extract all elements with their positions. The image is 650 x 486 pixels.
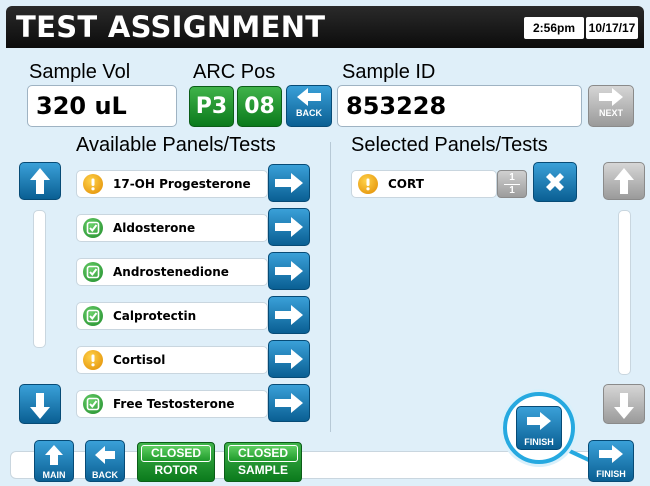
- finish-button[interactable]: FINISH: [588, 440, 634, 482]
- next-button[interactable]: NEXT: [588, 85, 634, 127]
- arrow-right-icon: [275, 217, 303, 237]
- bottom-back-button[interactable]: BACK: [85, 440, 125, 482]
- arrow-right-icon: [275, 305, 303, 325]
- header-bar: TEST ASSIGNMENT 2:56pm 10/17/17: [6, 6, 644, 48]
- arrow-right-icon: [527, 412, 551, 430]
- sample-vol-label: Sample Vol: [29, 61, 131, 83]
- selected-scroll-up-button[interactable]: [603, 162, 645, 200]
- arrow-right-icon: [599, 445, 623, 463]
- available-item[interactable]: Aldosterone: [76, 214, 268, 242]
- available-title: Available Panels/Tests: [76, 134, 276, 156]
- rotor-status-bottom: ROTOR: [154, 463, 198, 477]
- available-item-label: Free Testosterone: [113, 397, 235, 411]
- back-button[interactable]: BACK: [286, 85, 332, 127]
- finish-callout-label: FINISH: [524, 437, 554, 447]
- arrow-up-icon: [614, 168, 634, 194]
- selected-item-label: CORT: [388, 177, 424, 191]
- arrow-up-icon: [45, 445, 63, 465]
- checkbox-check-icon: [83, 218, 103, 238]
- checkbox-check-icon: [83, 262, 103, 282]
- back-button-label: BACK: [296, 108, 322, 118]
- available-item[interactable]: Calprotectin: [76, 302, 268, 330]
- add-test-button[interactable]: [268, 252, 310, 290]
- next-button-label: NEXT: [598, 108, 623, 118]
- add-test-button[interactable]: [268, 296, 310, 334]
- main-button-label: MAIN: [42, 470, 66, 480]
- rotor-status-top: CLOSED: [141, 445, 211, 462]
- arrow-right-icon: [275, 261, 303, 281]
- selected-scrollbar[interactable]: [618, 210, 631, 375]
- add-test-button[interactable]: [268, 208, 310, 246]
- exclamation-icon: [83, 350, 103, 370]
- add-test-button[interactable]: [268, 340, 310, 378]
- available-item-label: Aldosterone: [113, 221, 196, 235]
- arrow-left-icon: [95, 446, 115, 464]
- count-top: 1: [509, 172, 515, 183]
- finish-button-label: FINISH: [596, 469, 626, 479]
- sample-status-top: CLOSED: [228, 445, 298, 462]
- arrow-down-icon: [30, 393, 50, 419]
- sample-id-field[interactable]: 853228: [337, 85, 582, 127]
- page-title: TEST ASSIGNMENT: [16, 10, 326, 44]
- sample-status-bottom: SAMPLE: [237, 463, 288, 477]
- test-assignment-screen: TEST ASSIGNMENT 2:56pm 10/17/17 Sample V…: [0, 0, 650, 486]
- finish-callout-magnifier: FINISH: [503, 392, 575, 464]
- checkbox-check-icon: [83, 306, 103, 326]
- add-test-button[interactable]: [268, 164, 310, 202]
- available-item-label: 17-OH Progesterone: [113, 177, 251, 191]
- available-scroll-down-button[interactable]: [19, 384, 61, 424]
- test-count-indicator: 1 1: [497, 170, 527, 198]
- available-item-label: Cortisol: [113, 353, 166, 367]
- arrow-right-icon: [599, 88, 623, 106]
- checkbox-check-icon: [83, 394, 103, 414]
- available-item[interactable]: Cortisol: [76, 346, 268, 374]
- sample-id-label: Sample ID: [342, 61, 436, 83]
- arc-slot-button[interactable]: 08: [237, 86, 282, 127]
- selected-item[interactable]: CORT: [351, 170, 497, 198]
- arrow-up-icon: [30, 168, 50, 194]
- available-scroll-up-button[interactable]: [19, 162, 61, 200]
- available-scrollbar[interactable]: [33, 210, 46, 348]
- add-test-button[interactable]: [268, 384, 310, 422]
- available-item-label: Calprotectin: [113, 309, 197, 323]
- finish-callout-button: FINISH: [516, 406, 562, 450]
- remove-test-button[interactable]: [533, 162, 577, 202]
- arrow-right-icon: [275, 349, 303, 369]
- rotor-status-button[interactable]: CLOSED ROTOR: [137, 442, 215, 482]
- arc-pos-label: ARC Pos: [193, 61, 276, 83]
- panel-divider: [330, 142, 331, 432]
- selected-scroll-down-button[interactable]: [603, 384, 645, 424]
- arrow-right-icon: [275, 173, 303, 193]
- arrow-right-icon: [275, 393, 303, 413]
- exclamation-icon: [83, 174, 103, 194]
- exclamation-icon: [358, 174, 378, 194]
- clock-date: 10/17/17: [586, 17, 638, 39]
- sample-vol-field: 320 uL: [27, 85, 177, 127]
- clock-time: 2:56pm: [524, 17, 584, 39]
- arc-rack-button[interactable]: P3: [189, 86, 234, 127]
- count-bottom: 1: [509, 185, 515, 196]
- selected-title: Selected Panels/Tests: [351, 134, 548, 156]
- available-item-label: Androstenedione: [113, 265, 229, 279]
- available-item[interactable]: Androstenedione: [76, 258, 268, 286]
- bottom-back-button-label: BACK: [92, 470, 118, 480]
- available-item[interactable]: Free Testosterone: [76, 390, 268, 418]
- sample-door-status-button[interactable]: CLOSED SAMPLE: [224, 442, 302, 482]
- arrow-down-icon: [614, 393, 634, 419]
- available-item[interactable]: 17-OH Progesterone: [76, 170, 268, 198]
- main-button[interactable]: MAIN: [34, 440, 74, 482]
- close-x-icon: [546, 173, 564, 191]
- arrow-left-icon: [297, 88, 321, 106]
